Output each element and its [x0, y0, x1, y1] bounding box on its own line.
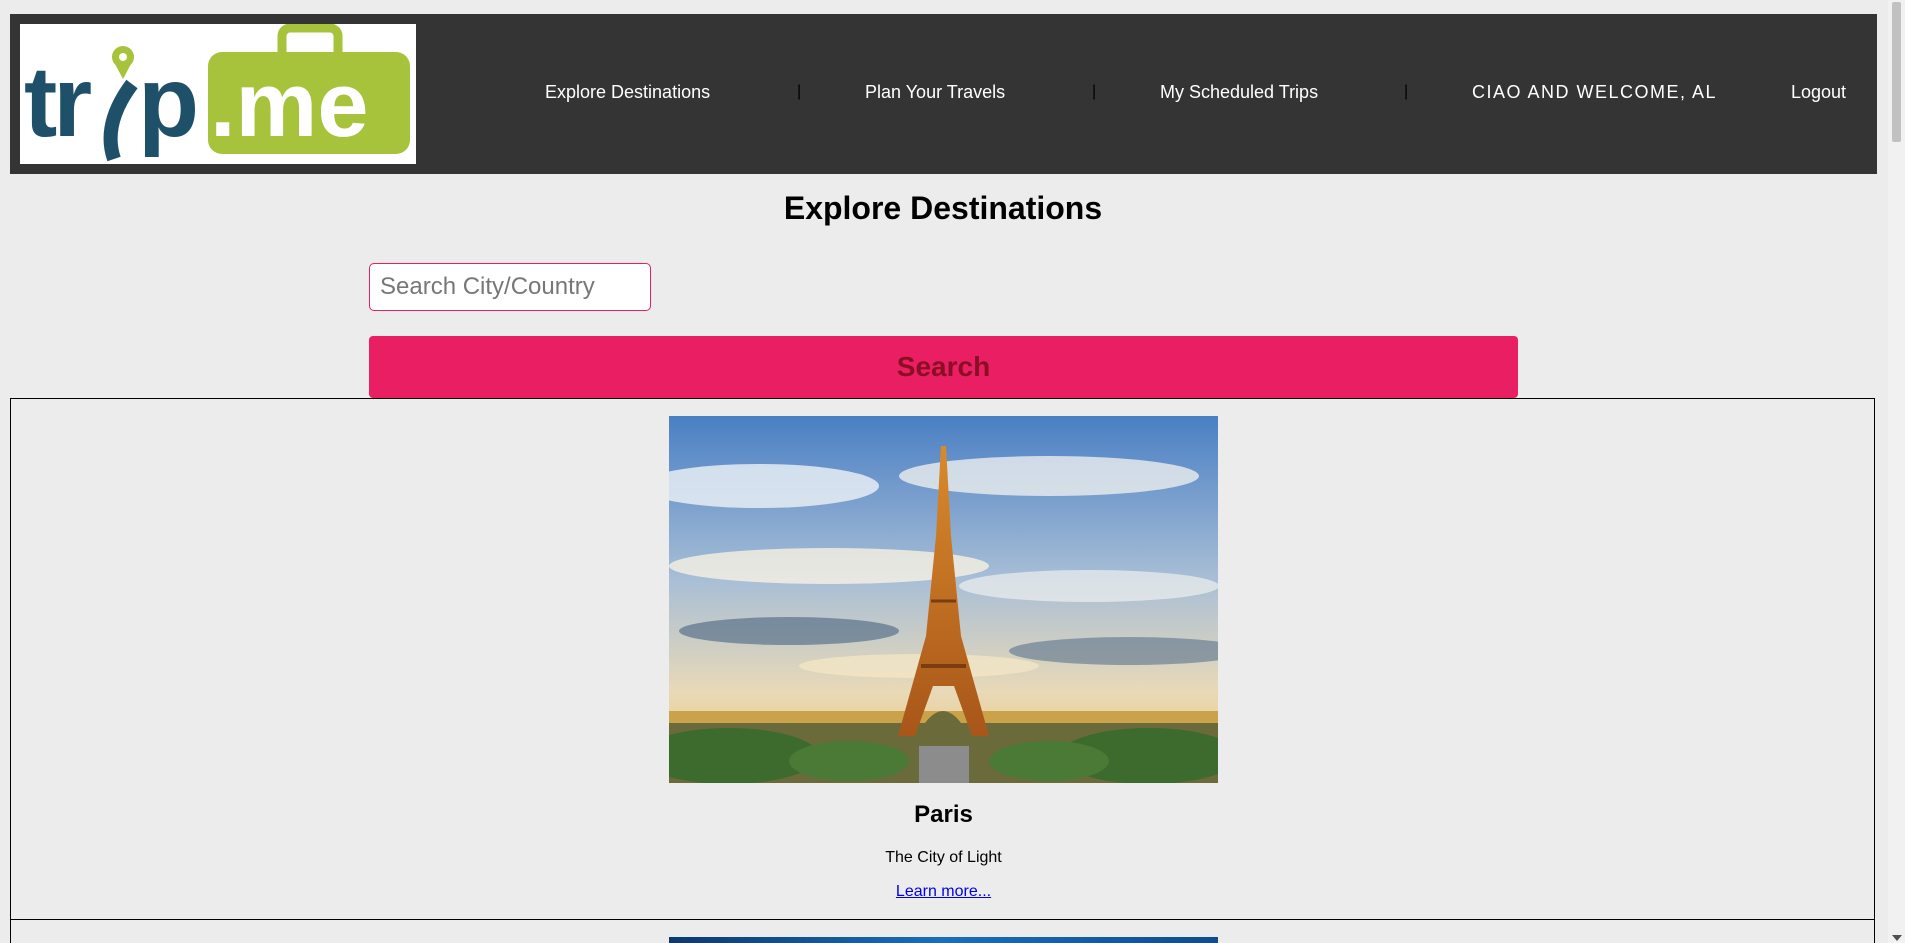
- nav-separator: |: [1092, 83, 1097, 100]
- nav-plan-your-travels[interactable]: Plan Your Travels: [865, 82, 1005, 102]
- svg-text:.me: .me: [210, 54, 369, 156]
- eiffel-tower-photo-icon: [669, 416, 1218, 783]
- site-logo[interactable]: .me tr p: [20, 24, 416, 164]
- scrollbar-thumb[interactable]: [1892, 2, 1901, 142]
- destination-card: Paris The City of Light Learn more...: [10, 398, 1875, 920]
- svg-text:p: p: [138, 46, 199, 158]
- nav-explore-destinations[interactable]: Explore Destinations: [545, 82, 710, 102]
- trip-me-logo-icon: .me tr p: [24, 24, 410, 162]
- welcome-message: CIAO AND WELCOME, AL: [1472, 82, 1718, 102]
- page: .me tr p Explore Destinations | Plan You…: [0, 0, 1905, 943]
- nav-my-scheduled-trips[interactable]: My Scheduled Trips: [1160, 82, 1318, 102]
- logout-link[interactable]: Logout: [1791, 82, 1846, 102]
- site-header: .me tr p Explore Destinations | Plan You…: [10, 14, 1877, 174]
- scroll-down-arrow-icon[interactable]: [1892, 935, 1902, 941]
- destination-name: Paris: [914, 801, 973, 828]
- nav-separator: |: [1404, 83, 1409, 100]
- search-button[interactable]: Search: [369, 336, 1518, 398]
- destination-tagline: The City of Light: [885, 849, 1002, 866]
- search-input[interactable]: [369, 263, 651, 311]
- destination-image: [669, 416, 1218, 783]
- nav-separator: |: [797, 83, 802, 100]
- svg-text:tr: tr: [24, 46, 91, 158]
- learn-more-link[interactable]: Learn more...: [896, 883, 991, 900]
- destination-image: [669, 937, 1218, 943]
- vertical-scrollbar[interactable]: [1888, 0, 1905, 943]
- learn-more-container: Learn more...: [11, 883, 1876, 901]
- destination-card: [10, 919, 1875, 943]
- page-title: Explore Destinations: [783, 190, 1103, 226]
